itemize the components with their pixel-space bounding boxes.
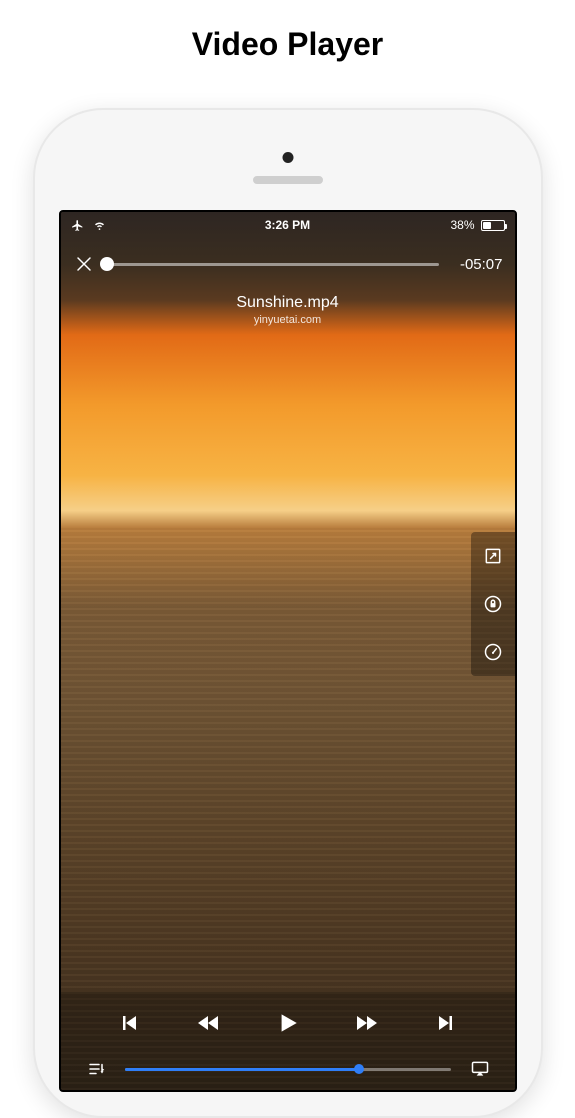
phone-camera-dot [282,152,293,163]
lock-icon [483,594,503,614]
top-controls: -05:07 [61,242,515,286]
page-title: Video Player [0,0,575,63]
next-track-icon [434,1011,458,1035]
battery-icon [481,220,505,231]
screen: 3:26 PM 38% -05:07 Sunshine.mp4 yinyueta… [59,210,517,1092]
airplay-icon [469,1059,491,1079]
speedometer-icon [483,642,503,662]
lock-button[interactable] [471,580,515,628]
video-content[interactable] [61,212,515,1090]
time-remaining: -05:07 [451,256,503,273]
lower-row [61,1054,515,1090]
airplay-button[interactable] [469,1058,491,1080]
bottom-controls [61,992,515,1090]
queue-button[interactable] [85,1058,107,1080]
close-button[interactable] [73,253,95,275]
progress-thumb[interactable] [100,257,114,271]
rewind-button[interactable] [194,1011,222,1035]
close-icon [75,255,93,273]
expand-button[interactable] [471,532,515,580]
transport-row [61,1010,515,1054]
status-bar: 3:26 PM 38% [61,212,515,238]
file-title-block: Sunshine.mp4 yinyuetai.com [61,294,515,326]
previous-track-icon [117,1011,141,1035]
queue-icon [86,1060,106,1078]
rewind-icon [194,1011,222,1035]
file-name: Sunshine.mp4 [61,294,515,312]
seek-fill [125,1068,360,1071]
battery-percent: 38% [450,218,474,232]
progress-slider[interactable] [107,263,439,266]
fast-forward-button[interactable] [353,1011,381,1035]
speed-button[interactable] [471,628,515,676]
wifi-icon [92,219,107,231]
battery-fill [483,222,491,229]
seek-slider[interactable] [125,1068,451,1071]
play-icon [274,1010,300,1036]
file-source: yinyuetai.com [61,314,515,326]
airplane-icon [71,219,84,232]
phone-speaker [253,176,323,184]
seek-thumb[interactable] [354,1064,364,1074]
phone-frame: 3:26 PM 38% -05:07 Sunshine.mp4 yinyueta… [33,108,543,1118]
next-button[interactable] [434,1011,458,1035]
status-time: 3:26 PM [265,218,310,232]
previous-button[interactable] [117,1011,141,1035]
expand-icon [483,546,503,566]
side-toolbar [471,532,515,676]
fast-forward-icon [353,1011,381,1035]
play-button[interactable] [274,1010,300,1036]
